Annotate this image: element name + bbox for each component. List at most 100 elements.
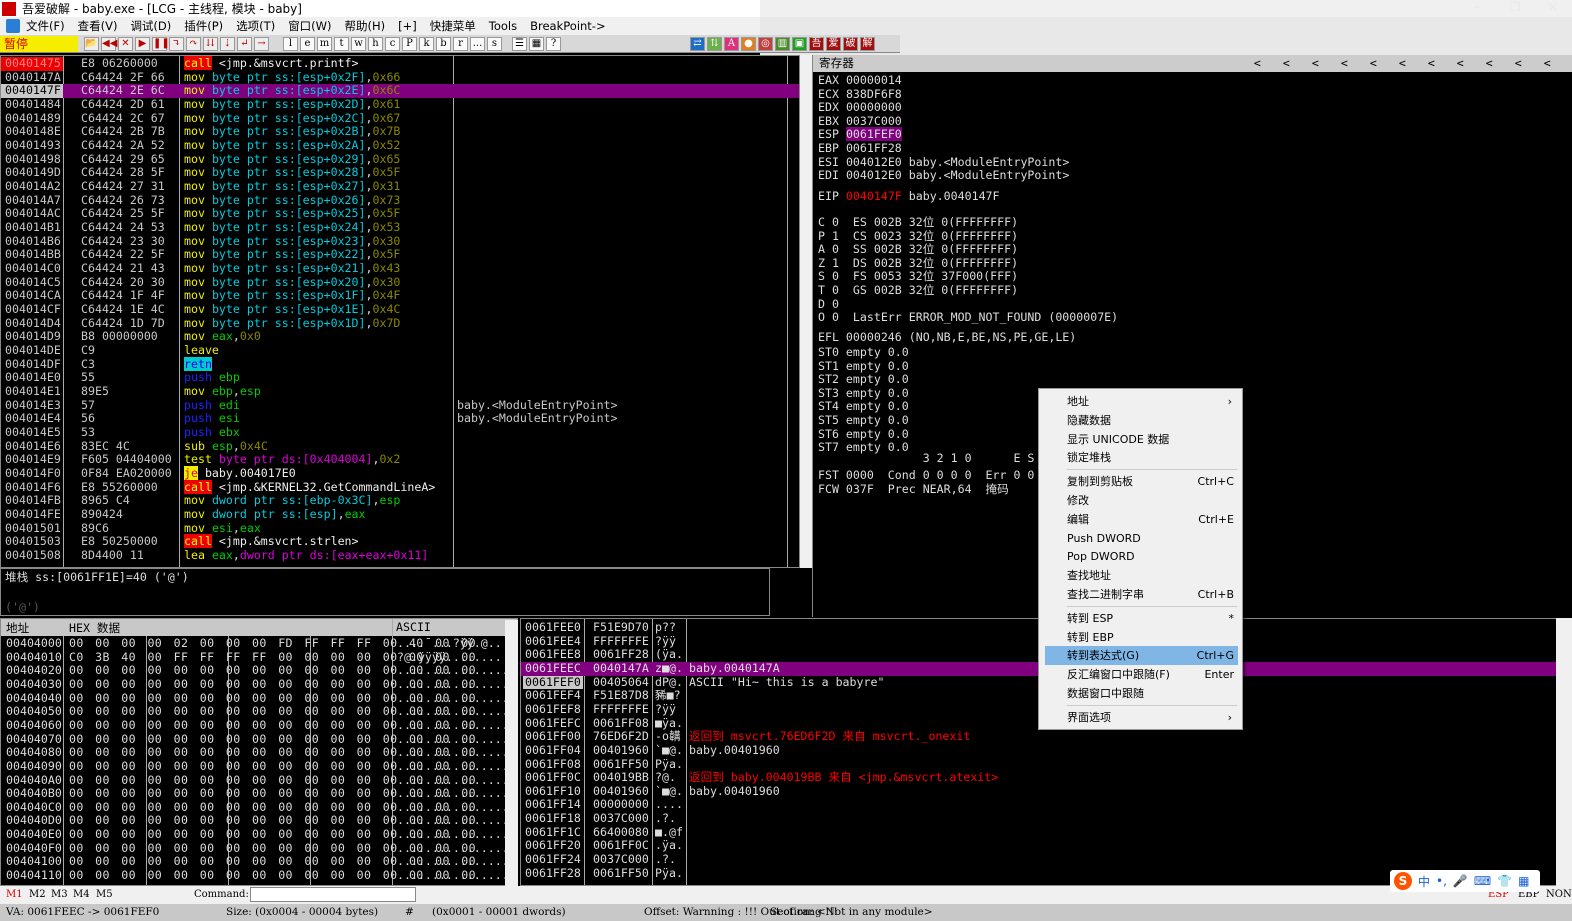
context-menu-item[interactable]: 隐藏数据 [1045, 411, 1238, 430]
ime-keyboard-icon[interactable]: ⌨ [1474, 874, 1491, 888]
disasm-row[interactable]: 004014FB 8965 C4 mov dword ptr ss:[ebp-0x3… [1, 494, 799, 508]
context-menu-item[interactable]: 反汇编窗口中跟随(F) Enter [1045, 665, 1238, 684]
plugin-button-icon[interactable]: A [724, 37, 739, 51]
context-menu-item[interactable]: 锁定堆栈 [1045, 448, 1238, 467]
menu-item[interactable]: 调试(D) [130, 18, 171, 34]
menu-item[interactable]: Tools [489, 19, 517, 33]
register-esi[interactable]: ESI 004012E0 baby.<ModuleEntryPoint> [818, 155, 1069, 170]
disasm-row[interactable]: 004014E1 89E5 mov ebp,esp [1, 384, 799, 399]
fpu-register[interactable]: ST6 empty 0.0 [818, 427, 909, 442]
disasm-row[interactable]: 004014A2 C64424 27 31 mov byte ptr ss:[esp… [1, 179, 799, 194]
register-ebp[interactable]: EBP 0061FF28 [818, 141, 902, 156]
disasm-row[interactable]: 0040148E C64424 2B 7B mov byte ptr ss:[esp… [1, 125, 799, 139]
menu-item[interactable]: 插件(P) [184, 18, 223, 34]
context-menu-item[interactable]: 数据窗口中跟随 [1045, 684, 1238, 703]
fpu-register[interactable]: ST2 empty 0.0 [818, 373, 909, 387]
disasm-row[interactable]: 00401498 C64424 29 65 mov byte ptr ss:[esp… [1, 152, 799, 167]
disasm-row[interactable]: 004014E5 53 push ebx [1, 425, 799, 440]
restart-icon[interactable]: ◀◀ [101, 36, 117, 51]
disasm-row[interactable]: 00401484 C64424 2D 61 mov byte ptr ss:[esp… [1, 97, 799, 112]
context-menu-item[interactable]: Push DWORD [1045, 529, 1238, 548]
disasm-row[interactable]: 004014BB C64424 22 5F mov byte ptr ss:[esp… [1, 248, 799, 262]
stack-row[interactable]: 0061FF00 76ED6F2D -o韝 返回到 msvcrt.76ED6F2D 来… [521, 730, 1557, 744]
menu-item[interactable]: 帮助(H) [345, 18, 386, 34]
disasm-row[interactable]: 004014AC C64424 25 5F mov byte ptr ss:[esp… [1, 207, 799, 221]
ime-voice-icon[interactable]: 🎤 [1453, 874, 1468, 888]
fpu-register[interactable]: ST5 empty 0.0 [818, 413, 909, 428]
scroll-left-arrow[interactable]: < [1457, 55, 1464, 72]
none-label[interactable]: NONE [1546, 889, 1572, 900]
disasm-row[interactable]: 00401508 8D4400 11 lea eax,dword ptr ds:[e… [1, 548, 799, 563]
toolbar-letter-button[interactable]: r [453, 36, 468, 51]
disasm-row[interactable]: 004014B6 C64424 23 30 mov byte ptr ss:[esp… [1, 234, 799, 249]
register-value[interactable]: 0040147F [846, 189, 902, 203]
disasm-row[interactable]: 004014D9 B8 00000000 mov eax,0x0 [1, 330, 799, 344]
disasm-row[interactable]: 004014A7 C64424 26 73 mov byte ptr ss:[esp… [1, 193, 799, 208]
scroll-left-arrow[interactable]: < [1283, 55, 1290, 72]
disasm-row[interactable]: 004014B1 C64424 24 53 mov byte ptr ss:[esp… [1, 220, 799, 235]
toolbar-letter-button[interactable]: P [402, 36, 417, 51]
scroll-left-arrow[interactable]: < [1515, 55, 1522, 72]
pause-icon[interactable]: ❚❚ [152, 36, 170, 51]
context-menu-item[interactable]: 转到 ESP * [1045, 609, 1238, 628]
grid-icon[interactable]: ▦ [529, 36, 544, 51]
disasm-row[interactable]: 00401475 E8 06260000 call <jmp.&msvcrt.pri… [1, 56, 799, 71]
plugin-button-icon[interactable]: 破 [843, 37, 858, 51]
flag-line[interactable]: O 0 LastErr ERROR_MOD_NOT_FOUND (0000007… [818, 311, 1118, 325]
register-edx[interactable]: EDX 00000000 [818, 100, 902, 115]
disasm-row[interactable]: 00401489 C64424 2C 67 mov byte ptr ss:[esp… [1, 111, 799, 126]
disassembly-pane[interactable]: 00401475 E8 06260000 call <jmp.&msvcrt.pri… [0, 55, 800, 568]
flag-line[interactable]: T 0 GS 002B 32位 0(FFFFFFFF) [818, 283, 1018, 298]
plugin-button-icon[interactable]: 爱 [826, 37, 841, 51]
go-to-icon[interactable]: → [254, 36, 269, 51]
flag-line[interactable]: P 1 CS 0023 32位 0(FFFFFFFF) [818, 229, 1018, 244]
flag-line[interactable]: C 0 ES 002B 32位 0(FFFFFFFF) [818, 215, 1018, 230]
dump-tab-m5[interactable]: M5 [96, 889, 113, 900]
register-value[interactable]: 0061FEF0 [845, 127, 902, 142]
disasm-row[interactable]: 004014E4 56 push esi baby.<ModuleEntryPoint… [1, 412, 799, 426]
disasm-row[interactable]: 004014CA C64424 1F 4F mov byte ptr ss:[esp… [1, 289, 799, 303]
context-menu-item[interactable]: 界面选项 › [1045, 708, 1238, 727]
open-icon[interactable]: 📂 [84, 36, 99, 51]
disasm-row[interactable]: 004014FE 890424 mov dword ptr ss:[esp],eax [1, 507, 799, 522]
context-menu-item[interactable]: 编辑 Ctrl+E [1045, 510, 1238, 529]
plugin-button-icon[interactable]: ◎ [758, 37, 773, 51]
close-icon[interactable]: ✕ [118, 36, 133, 51]
disasm-row[interactable]: 004014E6 83EC 4C sub esp,0x4C [1, 439, 799, 454]
ime-toolbox-icon[interactable]: ▦ [1518, 874, 1529, 888]
dump-tab-m4[interactable]: M4 [73, 889, 90, 900]
register-eip[interactable]: EIP 0040147F baby.0040147F [818, 189, 1000, 204]
disasm-row[interactable]: 004014F6 E8 55260000 call <jmp.&KERNEL32.G… [1, 479, 799, 495]
flag-line[interactable]: D 0 [818, 297, 839, 312]
help-icon[interactable]: ? [546, 36, 561, 51]
toolbar-letter-button[interactable]: s [487, 36, 502, 51]
register-ecx[interactable]: ECX 838DF6F8 [818, 87, 902, 102]
context-menu-item[interactable]: 转到表达式(G) Ctrl+G [1045, 646, 1238, 666]
disasm-row[interactable]: 00401493 C64424 2A 52 mov byte ptr ss:[esp… [1, 138, 799, 153]
toolbar-letter-button[interactable]: ... [470, 36, 485, 51]
disasm-row[interactable]: 004014E9 F605 04404000 test byte ptr ds:[0… [1, 453, 799, 467]
ime-punctuation-icon[interactable]: •, [1436, 874, 1447, 888]
context-menu-item[interactable]: 地址 › [1045, 392, 1238, 411]
toolbar-letter-button[interactable]: l [283, 36, 298, 51]
context-menu-item[interactable]: 查找地址 [1045, 566, 1238, 585]
menu-item[interactable]: BreakPoint-> [530, 19, 606, 33]
plugin-button-icon[interactable]: ⇄ [690, 37, 705, 51]
register-value[interactable]: 0061FF28 [846, 141, 902, 155]
disasm-row[interactable]: 004014E3 57 push edi baby.<ModuleEntryPoint… [1, 398, 799, 413]
dump-tab-m2[interactable]: M2 [29, 889, 46, 900]
flag-line[interactable]: A 0 SS 002B 32位 0(FFFFFFFF) [818, 243, 1018, 257]
register-value[interactable]: 0037C000 [846, 114, 902, 128]
stack-row[interactable]: 0061FF20 0061FF0C .ÿa. [521, 839, 1557, 853]
toolbar-letter-button[interactable]: h [368, 36, 383, 51]
plugin-button-icon[interactable]: 解 [860, 37, 875, 51]
plugin-button-icon[interactable]: ▣ [792, 37, 807, 51]
flag-line[interactable]: Z 1 DS 002B 32位 0(FFFFFFFF) [818, 256, 1018, 271]
scroll-left-arrow[interactable]: < [1399, 55, 1406, 72]
run-icon[interactable]: ▶ [135, 36, 150, 51]
efl-register[interactable]: EFL 00000246 (NO,NB,E,BE,NS,PE,GE,LE) [818, 331, 1076, 345]
stack-row[interactable]: 0061FF08 0061FF50 Pÿa. [521, 757, 1557, 772]
plugin-button-icon[interactable]: ⇅ [707, 37, 722, 51]
plugin-button-icon[interactable]: ● [741, 37, 756, 51]
disasm-row[interactable]: 00401501 89C6 mov esi,eax [1, 521, 799, 536]
